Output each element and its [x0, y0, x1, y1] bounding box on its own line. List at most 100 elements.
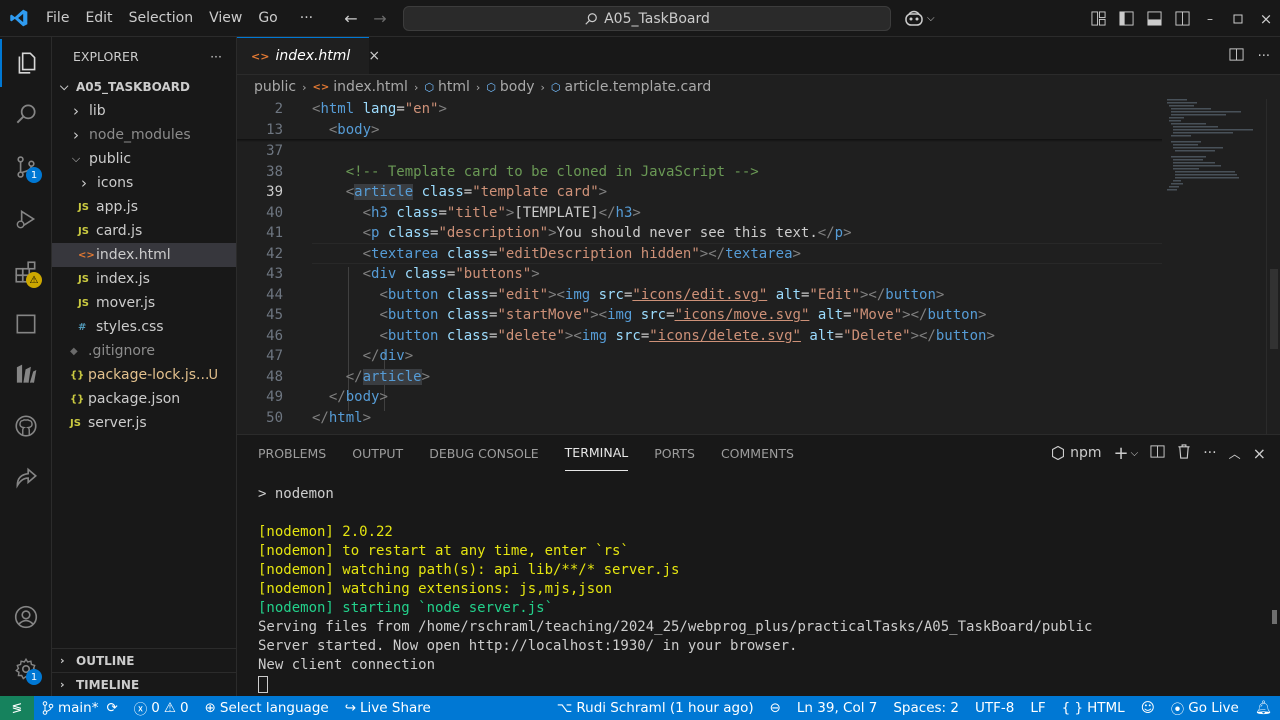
customize-layout-icon[interactable] — [1084, 0, 1112, 37]
git-blame[interactable]: ⌥ Rudi Schraml (1 hour ago) — [549, 700, 762, 716]
source-control-button[interactable]: 1 — [0, 143, 52, 191]
scrollbar-thumb[interactable] — [1272, 610, 1277, 624]
outline-section[interactable]: › OUTLINE — [52, 648, 237, 672]
file-tree-item[interactable]: <> index.html — [52, 243, 236, 267]
end-of-line[interactable]: LF — [1022, 700, 1053, 716]
accounts-button[interactable] — [0, 593, 52, 641]
explorer-more-actions[interactable]: ··· — [210, 49, 222, 64]
search-button[interactable] — [0, 90, 52, 138]
tab-ports[interactable]: PORTS — [654, 435, 695, 471]
language-mode[interactable]: { } HTML — [1054, 700, 1133, 716]
file-tree-item[interactable]: {} package-lock.js... U — [52, 363, 236, 387]
chevron-down-icon[interactable]: ⌵ — [1131, 448, 1139, 459]
notifications-button[interactable]: 🔔︎ — [1247, 700, 1280, 716]
terminal-scrollbar[interactable] — [1266, 485, 1280, 697]
file-tree-item[interactable]: ⌵ public — [52, 147, 236, 171]
new-terminal-icon[interactable]: + — [1114, 443, 1129, 464]
attr-value-link[interactable]: "icons/edit.svg" — [632, 287, 767, 303]
file-tree-item[interactable]: # styles.css — [52, 315, 236, 339]
close-panel-icon[interactable]: × — [1253, 444, 1266, 463]
menu-view[interactable]: View — [201, 10, 250, 26]
toggle-primary-sidebar-icon[interactable] — [1112, 0, 1140, 37]
split-editor-icon[interactable] — [1229, 47, 1244, 66]
breadcrumb-article[interactable]: article.template.card — [565, 79, 712, 95]
file-tree-item[interactable]: ◆ .gitignore — [52, 339, 236, 363]
breadcrumb-body[interactable]: body — [500, 79, 535, 95]
terminal-output[interactable]: > nodemon [nodemon] 2.0.22 [nodemon] to re… — [258, 485, 1092, 694]
toggle-panel-icon[interactable] — [1140, 0, 1168, 37]
attr-value-link[interactable]: "icons/delete.svg" — [649, 328, 801, 344]
more-actions-icon[interactable]: ··· — [1203, 445, 1216, 461]
workspace-root-folder[interactable]: ⌵ A05_TASKBOARD — [52, 75, 236, 99]
file-tree-item[interactable]: JS server.js — [52, 411, 236, 435]
menu-more[interactable]: ··· — [286, 10, 321, 26]
testing-button[interactable] — [0, 350, 52, 398]
minimap[interactable] — [1162, 99, 1267, 434]
tag-name: div — [371, 266, 397, 283]
tab-problems[interactable]: PROBLEMS — [258, 435, 326, 471]
editor-vertical-scrollbar[interactable] — [1266, 99, 1280, 434]
menu-go[interactable]: Go — [250, 10, 285, 26]
file-tree-item[interactable]: {} package.json — [52, 387, 236, 411]
attr-value: "Move" — [851, 307, 903, 324]
forward-arrow-icon[interactable]: → — [366, 9, 394, 28]
tab-debug-console[interactable]: DEBUG CONSOLE — [429, 435, 538, 471]
live-share-status[interactable]: ↪ Live Share — [337, 700, 439, 716]
toggle-secondary-sidebar-icon[interactable] — [1168, 0, 1196, 37]
timeline-section[interactable]: › TIMELINE — [52, 672, 237, 696]
menu-edit[interactable]: Edit — [77, 10, 120, 26]
file-tree-item[interactable]: › lib — [52, 99, 236, 123]
indentation[interactable]: Spaces: 2 — [885, 700, 967, 716]
code-editor[interactable]: 2 <html lang="en"> 13 <body> 37 38 <!-- … — [237, 99, 1162, 434]
close-window-icon[interactable]: × — [1252, 0, 1280, 37]
file-tree-item[interactable]: JS index.js — [52, 267, 236, 291]
tab-comments[interactable]: COMMENTS — [721, 435, 794, 471]
close-icon[interactable]: × — [368, 48, 380, 64]
explorer-button[interactable] — [0, 39, 52, 87]
file-tree-item[interactable]: JS app.js — [52, 195, 236, 219]
menu-file[interactable]: File — [38, 10, 77, 26]
back-arrow-icon[interactable]: ← — [337, 9, 365, 28]
breadcrumb-public[interactable]: public — [254, 79, 296, 95]
file-tree-item[interactable]: JS card.js — [52, 219, 236, 243]
tab-index-html[interactable]: <> index.html × — [237, 37, 380, 74]
copilot-menu[interactable]: ⌵ — [904, 9, 935, 27]
scrollbar-thumb[interactable] — [1270, 269, 1278, 349]
split-terminal-icon[interactable] — [1150, 444, 1165, 463]
terminal-select[interactable]: npm — [1052, 445, 1102, 461]
encoding[interactable]: UTF-8 — [967, 700, 1022, 716]
go-live-button[interactable]: ⦿ Go Live — [1163, 698, 1247, 718]
settings-update-badge: 1 — [26, 669, 42, 685]
maximize-icon[interactable] — [1224, 0, 1252, 37]
live-share-button[interactable] — [0, 454, 52, 502]
extensions-button[interactable]: ⚠ — [0, 248, 52, 296]
cursor-position[interactable]: Ln 39, Col 7 — [789, 700, 885, 716]
tab-output[interactable]: OUTPUT — [352, 435, 403, 471]
breadcrumb-file[interactable]: index.html — [333, 79, 408, 95]
maximize-panel-icon[interactable]: ︿ — [1229, 445, 1241, 462]
github-button[interactable] — [0, 402, 52, 450]
minimize-icon[interactable]: – — [1196, 0, 1224, 37]
file-tree-item[interactable]: JS mover.js — [52, 291, 236, 315]
file-tree-item[interactable]: › icons — [52, 171, 236, 195]
run-debug-button[interactable] — [0, 195, 52, 243]
copilot-status[interactable]: ☺ — [1133, 700, 1163, 716]
tag-name: body — [337, 121, 372, 138]
trash-icon[interactable] — [1177, 443, 1191, 463]
remote-indicator[interactable]: ≶ — [0, 696, 34, 720]
line-number: 44 — [266, 286, 283, 303]
attr-value-link[interactable]: "icons/move.svg" — [675, 307, 810, 323]
more-actions-icon[interactable]: ··· — [1258, 49, 1270, 64]
git-branch[interactable]: main* ⟳ — [34, 700, 126, 716]
command-center-search[interactable]: A05_TaskBoard — [403, 6, 891, 31]
file-tree-item[interactable]: › node_modules — [52, 123, 236, 147]
file-tree-label: icons — [97, 175, 134, 191]
zoom-indicator[interactable]: ⊖ — [762, 700, 789, 716]
tab-terminal[interactable]: TERMINAL — [564, 435, 629, 471]
problems-indicator[interactable]: ⓧ 0 ⚠ 0 — [126, 698, 197, 718]
select-language-button[interactable]: ⊕ Select language — [197, 700, 337, 716]
breadcrumb-html[interactable]: html — [438, 79, 470, 95]
remote-explorer-button[interactable] — [0, 300, 52, 348]
menu-selection[interactable]: Selection — [121, 10, 202, 26]
manage-button[interactable]: 1 — [0, 645, 52, 693]
